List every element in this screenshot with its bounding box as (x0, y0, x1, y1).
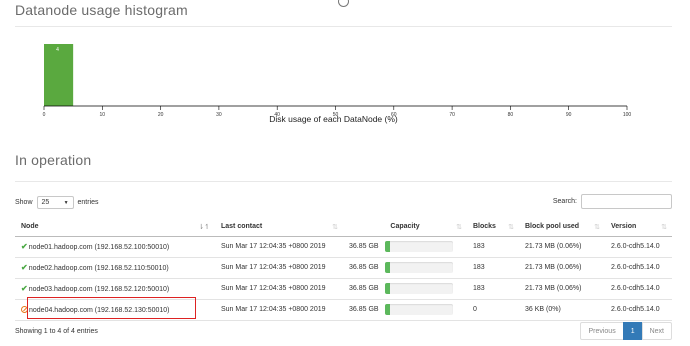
table-info: Showing 1 to 4 of 4 entries (15, 328, 98, 335)
x-tick-label: 10 (100, 112, 106, 118)
x-tick-label: 100 (623, 112, 632, 118)
capacity-bar (385, 241, 453, 252)
capacity-value: 36.85 GB (349, 306, 379, 313)
capacity-bar-fill (385, 241, 391, 252)
block-pool-used-cell: 21.73 MB (0.06%) (519, 236, 605, 258)
capacity-cell: 36.85 GB (343, 257, 467, 279)
last-contact-cell: Sun Mar 17 12:04:35 +0800 2019 (215, 236, 343, 258)
blocks-cell: 0 (467, 299, 519, 321)
search-label: Search: (552, 198, 577, 205)
node-cell: ✔node03.hadoop.com (192.168.52.120:50010… (15, 278, 215, 300)
capacity-bar (385, 304, 453, 315)
check-icon: ✔ (21, 242, 28, 251)
x-tick-label: 30 (216, 112, 222, 118)
capacity-value: 36.85 GB (349, 285, 379, 292)
sort-desc-icon: ⇂↿ (198, 224, 210, 232)
x-tick-label: 80 (508, 112, 514, 118)
operation-title: In operation (15, 152, 92, 168)
histogram-bar-label: 4 (56, 47, 59, 53)
column-header-blocks[interactable]: Blocks ⇅ (467, 218, 519, 237)
sort-icon: ⇅ (456, 224, 462, 232)
block-pool-used-cell: 21.73 MB (0.06%) (519, 257, 605, 279)
entries-label: entries (77, 199, 99, 206)
page-1-button[interactable]: 1 (622, 322, 643, 340)
node04-highlight-box (27, 297, 196, 319)
node-name: node01.hadoop.com (192.168.52.100:50010) (28, 244, 170, 251)
x-axis-label: Disk usage of each DataNode (%) (269, 114, 398, 124)
previous-page-button[interactable]: Previous (580, 322, 624, 340)
check-icon: ✔ (21, 263, 28, 272)
capacity-cell: 36.85 GB (343, 236, 467, 258)
histogram-divider (15, 26, 672, 27)
histogram-title: Datanode usage histogram (15, 2, 188, 18)
blocks-cell: 183 (467, 278, 519, 300)
show-label: Show (15, 199, 33, 206)
table-row: ✔node01.hadoop.com (192.168.52.100:50010… (15, 236, 672, 258)
column-header-capacity[interactable]: Capacity ⇅ (343, 218, 467, 237)
sort-icon: ⇅ (508, 224, 514, 232)
last-contact-cell: Sun Mar 17 12:04:35 +0800 2019 (215, 278, 343, 300)
sort-icon: ⇅ (594, 224, 600, 232)
node-cell: ✔node02.hadoop.com (192.168.52.110:50010… (15, 257, 215, 279)
column-header-node[interactable]: Node ⇂↿ (15, 218, 215, 237)
capacity-cell: 36.85 GB (343, 299, 467, 321)
version-cell: 2.6.0-cdh5.14.0 (605, 236, 672, 258)
operation-divider (15, 181, 672, 182)
page-length-select[interactable]: 25 ▼ (36, 196, 74, 209)
table-header-row: Node ⇂↿ Last contact ⇅ Capacity ⇅ Blocks ⇅ B… (15, 218, 672, 237)
x-tick-label: 90 (566, 112, 572, 118)
page-length-control: Show 25 ▼ entries (15, 196, 99, 209)
chevron-down-icon: ▼ (63, 199, 69, 206)
capacity-bar-fill (385, 262, 391, 273)
capacity-value: 36.85 GB (349, 264, 379, 271)
histogram-chart: 40 10 20 30 40 50 60 70 80 90 100Disk usage of eac… (43, 44, 632, 124)
sort-icon: ⇅ (661, 224, 667, 232)
search-control: Search: (553, 194, 672, 209)
node-name: node02.hadoop.com (192.168.52.110:50010) (28, 265, 169, 272)
column-header-version[interactable]: Version ⇅ (605, 218, 672, 237)
last-contact-cell: Sun Mar 17 12:04:35 +0800 2019 (215, 299, 343, 321)
search-input[interactable] (581, 194, 672, 209)
x-tick-label: 20 (158, 112, 164, 118)
capacity-bar-fill (385, 283, 391, 294)
next-page-button[interactable]: Next (641, 322, 672, 340)
blocks-cell: 183 (467, 236, 519, 258)
column-header-last-contact[interactable]: Last contact ⇅ (215, 218, 343, 237)
version-cell: 2.6.0-cdh5.14.0 (605, 299, 672, 321)
node-name: node03.hadoop.com (192.168.52.120:50010) (28, 286, 170, 293)
x-tick-label: 70 (449, 112, 455, 118)
table-row: ✔node02.hadoop.com (192.168.52.110:50010… (15, 257, 672, 279)
version-cell: 2.6.0-cdh5.14.0 (605, 278, 672, 300)
table-row: ✔node03.hadoop.com (192.168.52.120:50010… (15, 278, 672, 300)
circle-icon (338, 0, 349, 7)
version-cell: 2.6.0-cdh5.14.0 (605, 257, 672, 279)
histogram-bar (44, 44, 74, 106)
block-pool-used-cell: 36 KB (0%) (519, 299, 605, 321)
block-pool-used-cell: 21.73 MB (0.06%) (519, 278, 605, 300)
page-length-value: 25 (41, 199, 50, 206)
blocks-cell: 183 (467, 257, 519, 279)
node-cell: ✔node01.hadoop.com (192.168.52.100:50010… (15, 236, 215, 258)
capacity-bar-fill (385, 304, 391, 315)
capacity-cell: 36.85 GB (343, 278, 467, 300)
pagination: Previous 1 Next (580, 322, 672, 340)
capacity-bar (385, 262, 453, 273)
last-contact-cell: Sun Mar 17 12:04:35 +0800 2019 (215, 257, 343, 279)
capacity-bar (385, 283, 453, 294)
sort-icon: ⇅ (332, 224, 338, 232)
check-icon: ✔ (21, 284, 28, 293)
column-header-block-pool-used[interactable]: Block pool used ⇅ (519, 218, 605, 237)
x-tick-label: 0 (43, 112, 46, 118)
capacity-value: 36.85 GB (349, 243, 379, 250)
